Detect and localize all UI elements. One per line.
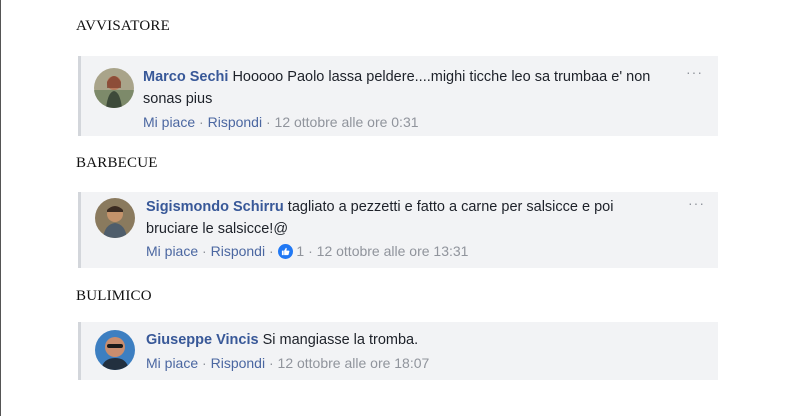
like-link[interactable]: Mi piace: [146, 243, 198, 259]
like-link[interactable]: Mi piace: [146, 355, 198, 371]
separator: ·: [199, 114, 204, 130]
separator: ·: [265, 114, 271, 130]
comment-timestamp[interactable]: 12 ottobre alle ore 18:07: [278, 355, 430, 371]
page-left-border: [0, 0, 1, 416]
avatar[interactable]: [95, 330, 135, 370]
comment-timestamp[interactable]: 12 ottobre alle ore 13:31: [317, 243, 469, 259]
separator: ·: [268, 243, 274, 259]
more-options-icon[interactable]: ···: [686, 64, 703, 80]
avatar[interactable]: [94, 68, 134, 108]
comment-author[interactable]: Giuseppe Vincis: [146, 332, 259, 348]
comment-actions: Mi piace · Rispondi · 1 · 12 ottobre all…: [146, 243, 468, 259]
separator: ·: [308, 243, 313, 259]
separator: ·: [202, 243, 207, 259]
more-options-icon[interactable]: ···: [688, 195, 705, 211]
avatar[interactable]: [95, 198, 135, 238]
section-heading-bulimico: BULIMICO: [76, 288, 152, 304]
comment-body: Sigismondo Schirru tagliato a pezzetti e…: [146, 196, 666, 240]
comment-body: Marco Sechi Hooooo Paolo lassa peldere..…: [143, 66, 683, 110]
thumbs-up-icon[interactable]: [277, 244, 293, 259]
reaction-count[interactable]: 1: [296, 243, 304, 259]
reply-link[interactable]: Rispondi: [208, 114, 262, 130]
like-link[interactable]: Mi piace: [143, 114, 195, 130]
reply-link[interactable]: Rispondi: [211, 355, 265, 371]
comment-actions: Mi piace · Rispondi · 12 ottobre alle or…: [146, 355, 429, 371]
section-heading-avvisatore: AVVISATORE: [76, 18, 170, 34]
reply-link[interactable]: Rispondi: [211, 243, 265, 259]
section-heading-barbecue: BARBECUE: [76, 155, 158, 171]
separator: ·: [202, 355, 207, 371]
comment-author[interactable]: Sigismondo Schirru: [146, 199, 284, 215]
comment-author[interactable]: Marco Sechi: [143, 69, 228, 85]
comment-card: Marco Sechi Hooooo Paolo lassa peldere..…: [78, 56, 718, 136]
comment-body: Giuseppe Vincis Si mangiasse la tromba.: [146, 329, 686, 351]
comment-card: Giuseppe Vincis Si mangiasse la tromba. …: [78, 322, 718, 380]
comment-timestamp[interactable]: 12 ottobre alle ore 0:31: [275, 114, 419, 130]
comment-actions: Mi piace · Rispondi · 12 ottobre alle or…: [143, 114, 419, 130]
comment-card: Sigismondo Schirru tagliato a pezzetti e…: [78, 192, 718, 268]
separator: ·: [268, 355, 274, 371]
comment-text: Si mangiasse la tromba.: [262, 332, 419, 348]
